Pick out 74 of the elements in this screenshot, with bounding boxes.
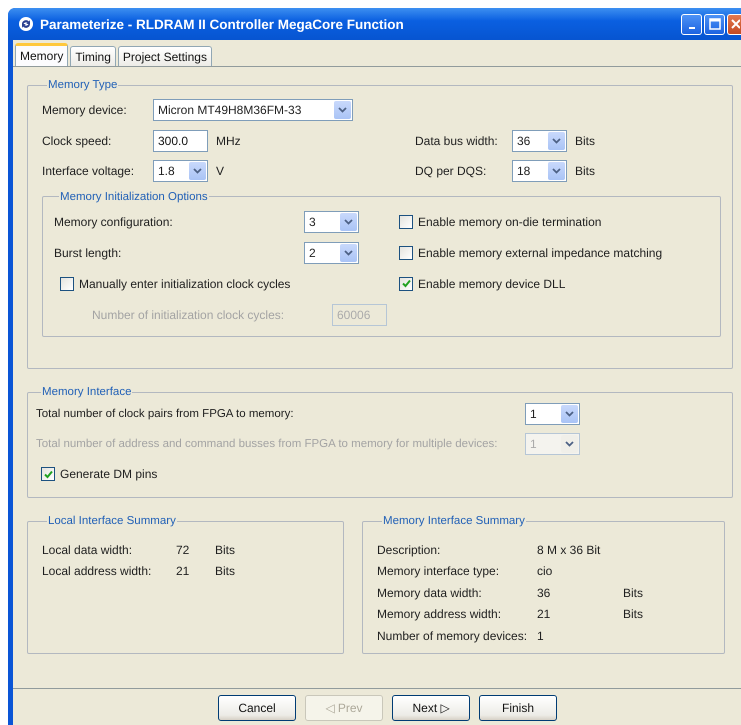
summary-value: 1	[537, 628, 545, 643]
chevron-icon	[344, 250, 353, 256]
app-icon	[18, 16, 34, 32]
dialog-button[interactable]: Cancel	[218, 695, 296, 721]
unit-label: Bits	[623, 586, 644, 600]
group-title: Memory Interface Summary	[382, 515, 526, 527]
close-button[interactable]	[727, 14, 741, 34]
checkbox[interactable]: Enable memory external impedance matching	[399, 246, 662, 260]
summary-label: Memory data width:	[377, 586, 483, 600]
dropdown[interactable]: 18	[512, 160, 567, 182]
chevron-icon	[338, 107, 347, 113]
summary-value: 72	[176, 542, 190, 557]
dropdown[interactable]: Micron MT49H8M36FM-33	[153, 99, 353, 121]
minimize-icon	[688, 27, 694, 29]
dialog-button[interactable]: Finish	[479, 695, 557, 721]
checkbox[interactable]: Generate DM pins	[41, 467, 158, 481]
group-title: Memory Type	[47, 79, 118, 91]
field-label: Memory device:	[42, 103, 128, 117]
chevron-icon	[552, 138, 561, 144]
checkbox[interactable]: Enable memory device DLL	[399, 276, 566, 290]
check-icon	[42, 468, 54, 480]
summary-label: Memory address width:	[377, 607, 502, 622]
chevron-icon	[565, 441, 574, 447]
dropdown[interactable]: 1.8	[153, 160, 208, 182]
unit-label: Bits	[215, 564, 236, 578]
group-title: Memory Initialization Options	[59, 190, 209, 202]
field-label: DQ per DQS:	[415, 164, 488, 178]
summary-label: Local data width:	[42, 542, 134, 557]
unit-label: Bits	[575, 164, 596, 178]
maximize-button[interactable]	[704, 14, 725, 34]
field-label: Burst length:	[54, 246, 122, 260]
unit-label: Bits	[215, 542, 236, 557]
summary-value: cio	[537, 564, 554, 578]
group-title: Local Interface Summary	[47, 515, 177, 527]
field-label: Interface voltage:	[42, 164, 136, 178]
summary-value: 8 M x 36 Bit	[537, 542, 602, 557]
dropdown[interactable]: 36	[512, 130, 567, 152]
tab[interactable]: Memory	[15, 43, 68, 66]
field-label: Total number of clock pairs from FPGA to memory:	[36, 408, 295, 420]
field-label: Total number of address and command busses from FPGA to memory for multiple devices:	[36, 438, 498, 450]
checkbox[interactable]: Enable memory on-die termination	[399, 214, 602, 228]
unit-label: Bits	[575, 134, 596, 148]
dialog-button[interactable]: Next ▷	[392, 695, 470, 721]
close-icon	[730, 18, 740, 30]
field-label: Clock speed:	[42, 134, 112, 148]
minimize-button[interactable]	[681, 14, 702, 34]
tab[interactable]: Timing	[70, 46, 116, 66]
dropdown[interactable]: 2	[304, 242, 359, 264]
field-label: Number of initialization clock cycles:	[91, 308, 286, 322]
summary-label: Memory interface type:	[377, 564, 500, 578]
tab[interactable]: Project Settings	[118, 46, 212, 66]
chevron-icon	[565, 411, 574, 417]
summary-label: Local address width:	[42, 564, 152, 578]
dropdown[interactable]: 3	[304, 210, 359, 232]
summary-value: 21	[537, 607, 552, 622]
field-label: Data bus width:	[415, 134, 499, 148]
field-label: Memory configuration:	[54, 214, 174, 228]
unit-label: MHz	[216, 134, 242, 148]
group-title: Memory Interface	[41, 386, 132, 398]
dropdown[interactable]: 1	[525, 403, 580, 425]
window-title: Parameterize - RLDRAM II Controller MegaCore Function	[40, 16, 404, 32]
chevron-icon	[552, 168, 561, 174]
chevron-icon	[193, 168, 202, 174]
summary-label: Description:	[377, 542, 442, 557]
summary-label: Number of memory devices:	[377, 628, 528, 643]
checkbox[interactable]: Manually enter initialization clock cycles	[60, 276, 399, 290]
chevron-icon	[344, 218, 353, 224]
unit-label: Bits	[623, 607, 644, 622]
summary-value: 36	[537, 586, 552, 600]
unit-label: V	[216, 164, 226, 178]
maximize-icon	[708, 18, 720, 30]
check-icon	[400, 278, 412, 289]
summary-value: 21	[176, 564, 190, 578]
input-field[interactable]: 300.0	[153, 130, 208, 152]
